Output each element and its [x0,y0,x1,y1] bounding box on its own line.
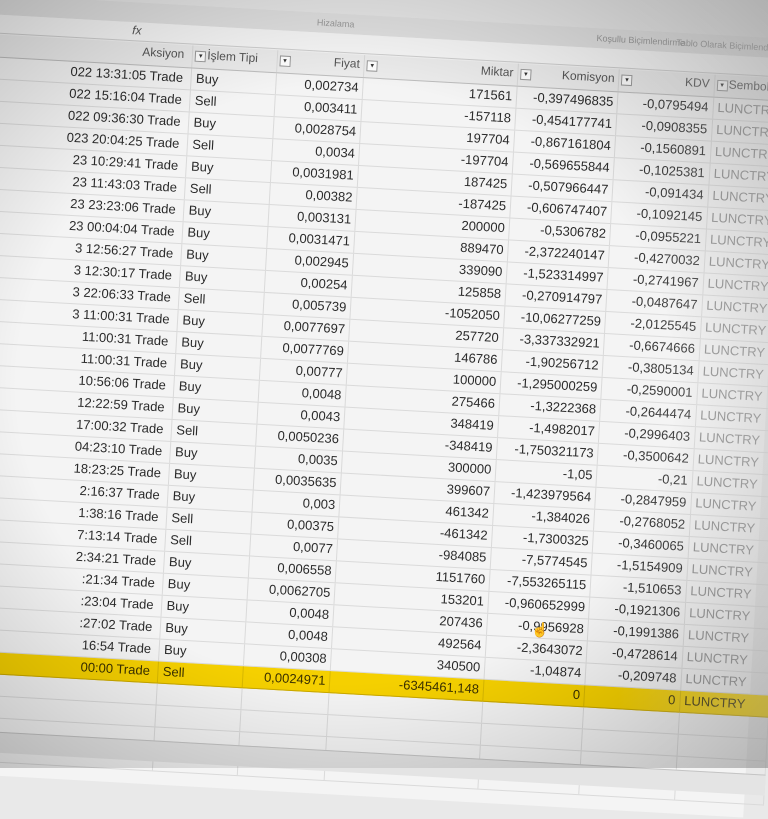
spreadsheet-window: Hizalama Koşullu Biçimlendirme Tablo Ola… [0,0,768,818]
fx-icon: fx [131,23,142,38]
ribbon-alignment-label[interactable]: Hizalama [317,17,355,29]
filter-dropdown-icon[interactable]: ▾ [621,74,633,87]
ribbon-format-table[interactable]: Tablo Olarak Biçimlendir [676,38,768,53]
filter-dropdown-icon[interactable]: ▾ [194,50,207,63]
filter-dropdown-icon[interactable]: ▾ [366,60,379,72]
filter-dropdown-icon[interactable]: ▾ [716,79,728,92]
filter-dropdown-icon[interactable]: ▾ [520,68,532,81]
mouse-pointer-icon: ☝ [530,621,550,639]
ribbon-conditional-format[interactable]: Koşullu Biçimlendirme [596,33,685,48]
data-grid: ▾Aksiyon ▾İşlem Tipi ▾Fiyat ▾Miktar ▾Kom… [0,33,768,806]
filter-dropdown-icon[interactable]: ▾ [279,55,291,67]
column-header-type[interactable]: ▾ İşlem Tipi [192,45,279,73]
